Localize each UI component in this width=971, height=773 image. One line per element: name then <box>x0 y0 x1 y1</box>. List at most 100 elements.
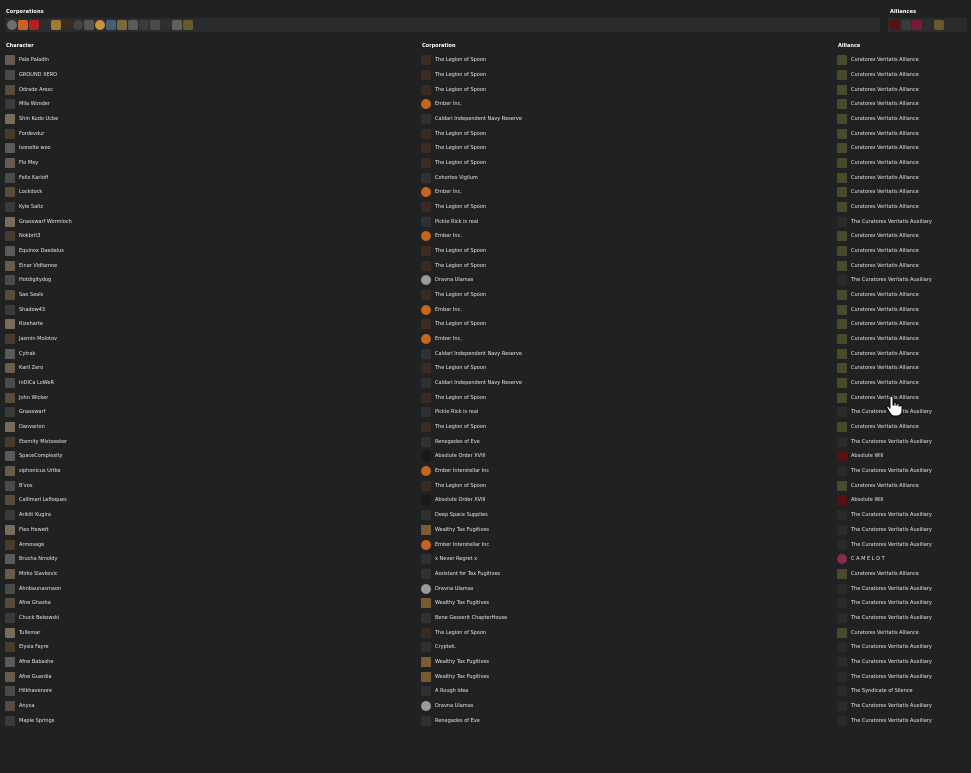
corporation-name[interactable]: Ember Inc. <box>435 189 462 195</box>
character-cell[interactable]: Afne Babashe <box>5 655 53 670</box>
corporation-name[interactable]: Wealthy Tax Fugitives <box>435 600 489 606</box>
alliance-name[interactable]: Curatores Veritatis Alliance <box>851 336 919 342</box>
corporation-name[interactable]: The Legion of Spoon <box>435 204 486 210</box>
character-cell[interactable]: Equinox Daedalus <box>5 244 64 259</box>
corporation-name[interactable]: Renegades of Eve <box>435 439 480 445</box>
corporation-cell[interactable]: Ember Inc. <box>421 185 462 200</box>
character-name[interactable]: Ahnbaunasmaon <box>19 586 61 592</box>
character-cell[interactable]: Isonelte woo <box>5 141 51 156</box>
corporation-cell[interactable]: The Legion of Spoon <box>421 317 486 332</box>
corporation-cell[interactable]: The Legion of Spoon <box>421 82 486 97</box>
corporation-cell[interactable]: Wealthy Tax Fugitives <box>421 523 489 538</box>
character-cell[interactable]: Hotdigitydog <box>5 273 51 288</box>
character-cell[interactable]: Anyxa <box>5 699 35 714</box>
corporation-name[interactable]: Ember Interstellar Inc <box>435 468 489 474</box>
alliance-name[interactable]: Curatores Veritatis Alliance <box>851 263 919 269</box>
corporation-name[interactable]: The Legion of Spoon <box>435 72 486 78</box>
alliance-name[interactable]: Curatores Veritatis Alliance <box>851 131 919 137</box>
character-name[interactable]: Pale Paladin <box>19 57 49 63</box>
corporation-name[interactable]: Absolute Order XVIII <box>435 453 486 459</box>
alliance-cell[interactable]: The Curatores Veritatis Auxiliary <box>837 596 932 611</box>
alliance-name[interactable]: The Curatores Veritatis Auxiliary <box>851 219 932 225</box>
alliance-cell[interactable]: Curatores Veritatis Alliance <box>837 302 919 317</box>
corporation-name[interactable]: Ember Interstellar Inc <box>435 542 489 548</box>
corp-icon-14[interactable] <box>150 20 160 30</box>
corp-icon-5[interactable] <box>51 20 61 30</box>
alliance-name[interactable]: The Curatores Veritatis Auxiliary <box>851 542 932 548</box>
corporation-name[interactable]: Wealthy Tax Fugitives <box>435 659 489 665</box>
alliance-cell[interactable]: The Curatores Veritatis Auxiliary <box>837 699 932 714</box>
character-cell[interactable]: Pale Paladin <box>5 53 49 68</box>
corporation-name[interactable]: Caldari Independent Navy Reserve <box>435 351 522 357</box>
alliance-name[interactable]: The Curatores Veritatis Auxiliary <box>851 586 932 592</box>
alliance-name[interactable]: The Curatores Veritatis Auxiliary <box>851 615 932 621</box>
character-name[interactable]: Fordevdur <box>19 131 44 137</box>
corporation-cell[interactable]: Caldari Independent Navy Reserve <box>421 346 522 361</box>
character-name[interactable]: Sae Seals <box>19 292 43 298</box>
alliance-name[interactable]: Curatores Veritatis Alliance <box>851 307 919 313</box>
alliance-cell[interactable]: Curatores Veritatis Alliance <box>837 170 919 185</box>
alliance-name[interactable]: Curatores Veritatis Alliance <box>851 57 919 63</box>
character-cell[interactable]: Eternity Mistseeker <box>5 434 67 449</box>
character-name[interactable]: Cytrak <box>19 351 35 357</box>
character-name[interactable]: Afne Babashe <box>19 659 53 665</box>
alliance-cell[interactable]: Curatores Veritatis Alliance <box>837 317 919 332</box>
corporation-name[interactable]: The Legion of Spoon <box>435 145 486 151</box>
alliance-cell[interactable]: C A M E L O T <box>837 552 885 567</box>
character-cell[interactable]: Afne Guardia <box>5 669 52 684</box>
alliance-name[interactable]: Curatores Veritatis Alliance <box>851 87 919 93</box>
alliance-name[interactable]: Curatores Veritatis Alliance <box>851 571 919 577</box>
character-cell[interactable]: Shin Kudo Ucbe <box>5 112 58 127</box>
corporation-cell[interactable]: The Legion of Spoon <box>421 625 486 640</box>
alliance-name[interactable]: Curatores Veritatis Alliance <box>851 424 919 430</box>
character-name[interactable]: Jasmin Molotov <box>19 336 57 342</box>
character-cell[interactable]: Lockdock <box>5 185 42 200</box>
corporation-name[interactable]: The Legion of Spoon <box>435 630 486 636</box>
alliance-name[interactable]: Curatores Veritatis Alliance <box>851 321 919 327</box>
alliance-cell[interactable]: Absolute Will <box>837 449 883 464</box>
alliance-name[interactable]: Curatores Veritatis Alliance <box>851 233 919 239</box>
alliance-cell[interactable]: The Curatores Veritatis Auxiliary <box>837 611 932 626</box>
alliance-name[interactable]: The Curatores Veritatis Auxiliary <box>851 527 932 533</box>
character-name[interactable]: Tullemar <box>19 630 40 636</box>
character-name[interactable]: B'vos <box>19 483 32 489</box>
corporation-cell[interactable]: The Legion of Spoon <box>421 288 486 303</box>
corporation-name[interactable]: Pickle Rick is real <box>435 409 478 415</box>
alliance-cell[interactable]: Curatores Veritatis Alliance <box>837 244 919 259</box>
alliance-cell[interactable]: The Curatores Veritatis Auxiliary <box>837 581 932 596</box>
alliance-name[interactable]: Curatores Veritatis Alliance <box>851 204 919 210</box>
corp-icon-3[interactable] <box>29 20 39 30</box>
corp-icon-8[interactable] <box>84 20 94 30</box>
corporation-cell[interactable]: x Never Regret x <box>421 552 477 567</box>
corporation-name[interactable]: Caldari Independent Navy Reserve <box>435 380 522 386</box>
alliance-cell[interactable]: The Curatores Veritatis Auxiliary <box>837 464 932 479</box>
character-cell[interactable]: Flo Mey <box>5 156 38 171</box>
corporation-name[interactable]: The Legion of Spoon <box>435 321 486 327</box>
alliance-name[interactable]: The Curatores Veritatis Auxiliary <box>851 512 932 518</box>
corporation-name[interactable]: The Legion of Spoon <box>435 395 486 401</box>
character-name[interactable]: Mila Wonder <box>19 101 50 107</box>
alliance-name[interactable]: Curatores Veritatis Alliance <box>851 351 919 357</box>
corp-icon-11[interactable] <box>117 20 127 30</box>
character-cell[interactable]: Danvarion <box>5 420 45 435</box>
corp-icon-6[interactable] <box>62 20 72 30</box>
character-name[interactable]: Brucha Nmoldy <box>19 556 57 562</box>
character-cell[interactable]: siphonicus Urtke <box>5 464 61 479</box>
corporation-name[interactable]: The Legion of Spoon <box>435 424 486 430</box>
corporation-cell[interactable]: Ember Interstellar Inc <box>421 537 489 552</box>
alliance-name[interactable]: Curatores Veritatis Alliance <box>851 380 919 386</box>
alliance-cell[interactable]: Curatores Veritatis Alliance <box>837 288 919 303</box>
character-name[interactable]: Arikiti Kugira <box>19 512 51 518</box>
alliance-cell[interactable]: Curatores Veritatis Alliance <box>837 126 919 141</box>
alliance-name[interactable]: Curatores Veritatis Alliance <box>851 160 919 166</box>
character-cell[interactable]: Rizeharte <box>5 317 43 332</box>
corporation-name[interactable]: A Rough Idea <box>435 688 468 694</box>
corporation-name[interactable]: Absolute Order XVIII <box>435 497 486 503</box>
corporation-name[interactable]: The Legion of Spoon <box>435 57 486 63</box>
corp-icon-7[interactable] <box>73 20 83 30</box>
character-name[interactable]: Gnasswarf <box>19 409 45 415</box>
corp-icon-2[interactable] <box>18 20 28 30</box>
alliance-cell[interactable]: The Curatores Veritatis Auxiliary <box>837 640 932 655</box>
character-name[interactable]: Anyxa <box>19 703 35 709</box>
character-cell[interactable]: InDiCa LoWeR <box>5 376 54 391</box>
